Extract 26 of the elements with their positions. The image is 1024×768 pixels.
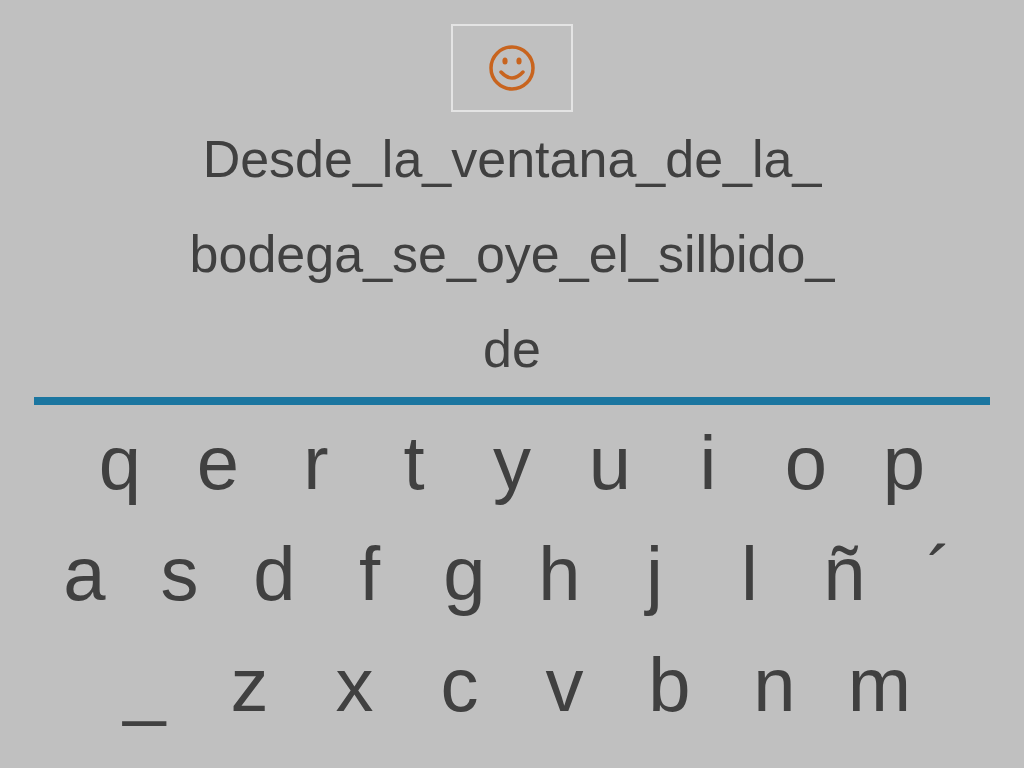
smiley-icon <box>487 43 537 93</box>
letter-key[interactable]: t <box>365 424 463 501</box>
letter-key[interactable]: m <box>827 646 932 723</box>
letter-key[interactable]: a <box>37 535 132 612</box>
letter-key[interactable]: u <box>561 424 659 501</box>
letter-key[interactable]: h <box>512 535 607 612</box>
sentence-line: de <box>483 319 541 380</box>
letter-key[interactable]: z <box>197 646 302 723</box>
letter-key[interactable]: r <box>267 424 365 501</box>
smiley-button[interactable] <box>451 24 573 112</box>
letter-key[interactable]: v <box>512 646 617 723</box>
letter-key[interactable]: c <box>407 646 512 723</box>
sentence-line: Desde_la_ventana_de_la_ <box>202 129 822 190</box>
letter-key[interactable]: s <box>132 535 227 612</box>
letter-key[interactable]: b <box>617 646 722 723</box>
letter-key[interactable]: e <box>169 424 267 501</box>
letter-key[interactable]: f <box>322 535 417 612</box>
letter-key[interactable]: ñ <box>797 535 892 612</box>
letter-key[interactable]: o <box>757 424 855 501</box>
sentence-line: bodega_se_oye_el_silbido_ <box>189 224 835 285</box>
letter-key[interactable]: i <box>659 424 757 501</box>
letter-key[interactable]: ´ <box>892 535 987 612</box>
letter-key[interactable]: d <box>227 535 322 612</box>
letter-key[interactable]: n <box>722 646 827 723</box>
letter-key[interactable]: l <box>702 535 797 612</box>
letter-key[interactable]: x <box>302 646 407 723</box>
